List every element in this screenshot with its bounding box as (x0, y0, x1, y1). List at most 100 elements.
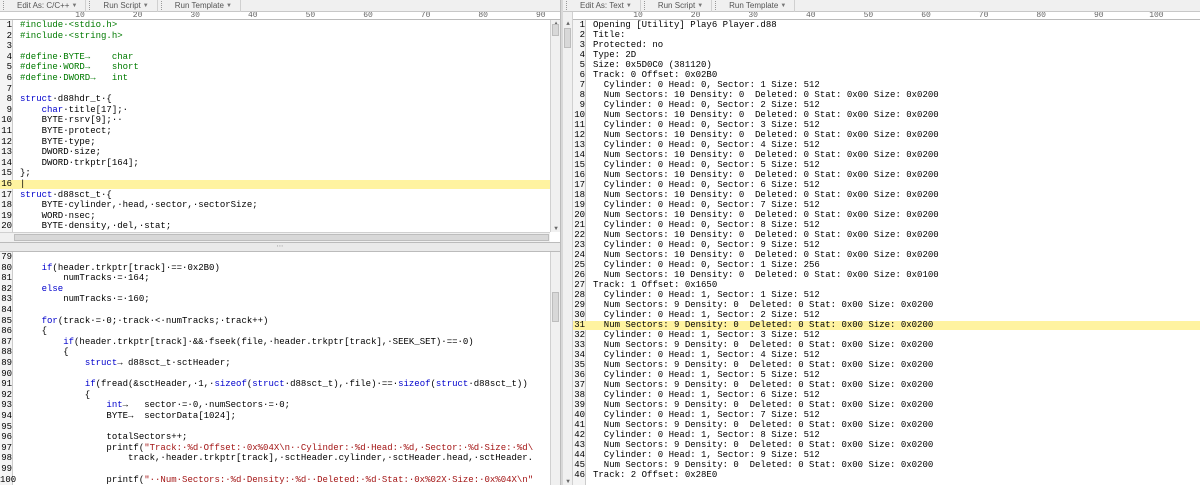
toolbar-grip-icon[interactable] (715, 1, 718, 10)
toolbar-grip-icon[interactable] (643, 1, 647, 10)
scroll-down-icon[interactable]: ▼ (551, 225, 560, 232)
code-line[interactable]: 7 (0, 84, 550, 94)
code-line[interactable]: 15 Cylinder: 0 Head: 0, Sector: 5 Size: … (573, 161, 1200, 170)
code-line[interactable]: 40 Cylinder: 0 Head: 1, Sector: 7 Size: … (573, 411, 1200, 420)
code-line[interactable]: 6 Track: 0 Offset: 0x02B0 (573, 71, 1200, 80)
code-line[interactable]: 96 totalSectors++; (0, 433, 550, 442)
code-line[interactable]: 1 Opening [Utility] Play6 Player.d88 (573, 21, 1200, 30)
scroll-thumb[interactable] (14, 234, 549, 241)
code-line[interactable]: 13 DWORD·size; (0, 148, 550, 157)
code-line[interactable]: 84 (0, 306, 550, 315)
toolbar-grip-icon[interactable] (566, 1, 569, 10)
code-line[interactable]: 8 Num Sectors: 10 Density: 0 Deleted: 0 … (573, 91, 1200, 100)
code-line[interactable]: 31 Num Sectors: 9 Density: 0 Deleted: 0 … (573, 321, 1200, 330)
code-line[interactable]: 43 Num Sectors: 9 Density: 0 Deleted: 0 … (573, 441, 1200, 450)
code-line[interactable]: 10 Num Sectors: 10 Density: 0 Deleted: 0… (573, 111, 1200, 120)
code-line[interactable]: 18 BYTE·cylinder,·head,·sector,·sectorSi… (0, 201, 550, 210)
code-line[interactable]: 28 Cylinder: 0 Head: 1, Sector: 1 Size: … (573, 291, 1200, 300)
code-line[interactable]: 9 Cylinder: 0 Head: 0, Sector: 2 Size: 5… (573, 101, 1200, 110)
code-line[interactable]: 29 Num Sectors: 9 Density: 0 Deleted: 0 … (573, 301, 1200, 310)
code-line[interactable]: 4 #define·BYTE→ char (0, 52, 550, 62)
run-script-menu[interactable]: Run Script ▼ (650, 0, 713, 12)
code-line[interactable]: 10 BYTE·rsrv[9];·· (0, 116, 550, 125)
code-line[interactable]: 9 char·title[17];· (0, 105, 550, 115)
code-line[interactable]: 90 (0, 369, 550, 379)
code-line[interactable]: 37 Num Sectors: 9 Density: 0 Deleted: 0 … (573, 381, 1200, 390)
code-line[interactable]: 3 Protected: no (573, 41, 1200, 50)
code-line[interactable]: 42 Cylinder: 0 Head: 1, Sector: 8 Size: … (573, 431, 1200, 440)
code-line[interactable]: 6 #define·DWORD→ int (0, 74, 550, 83)
code-line[interactable]: 89 struct→ d88sct_t·sctHeader; (0, 359, 550, 368)
code-line[interactable]: 41 Num Sectors: 9 Density: 0 Deleted: 0 … (573, 421, 1200, 430)
code-line[interactable]: 24 Num Sectors: 10 Density: 0 Deleted: 0… (573, 251, 1200, 260)
code-line[interactable]: 3 (0, 42, 550, 51)
code-line[interactable]: 14 Num Sectors: 10 Density: 0 Deleted: 0… (573, 151, 1200, 160)
code-line[interactable]: 7 Cylinder: 0 Head: 0, Sector: 1 Size: 5… (573, 81, 1200, 90)
code-line[interactable]: 33 Num Sectors: 9 Density: 0 Deleted: 0 … (573, 341, 1200, 350)
scroll-down-icon[interactable]: ▼ (563, 478, 573, 485)
code-line[interactable]: 32 Cylinder: 0 Head: 1, Sector: 3 Size: … (573, 331, 1200, 340)
code-line[interactable]: 93 int→ sector·=·0,·numSectors·=·0; (0, 401, 550, 410)
code-line[interactable]: 27 Track: 1 Offset: 0x1650 (573, 281, 1200, 290)
code-editor-bottom[interactable]: 79 80 if(header.trkptr[track]·==·0x2B0) 81… (0, 252, 550, 485)
code-line[interactable]: 12 Num Sectors: 10 Density: 0 Deleted: 0… (573, 131, 1200, 140)
code-line[interactable]: 100 printf("··Num·Sectors:·%d·Density:·%… (0, 475, 550, 485)
vertical-scrollbar-bottom[interactable] (550, 252, 560, 485)
toolbar-grip-icon[interactable] (3, 1, 6, 10)
code-line[interactable]: 99 (0, 465, 550, 474)
text-output-editor[interactable]: 1 Opening [Utility] Play6 Player.d88 2 Titl… (573, 20, 1200, 485)
code-line[interactable]: 19 WORD·nsec; (0, 211, 550, 221)
code-line[interactable]: 16 | (0, 180, 550, 189)
code-line[interactable]: 30 Cylinder: 0 Head: 1, Sector: 2 Size: … (573, 311, 1200, 320)
code-line[interactable]: 46 Track: 2 Offset: 0x28E0 (573, 471, 1200, 480)
code-line[interactable]: 4 Type: 2D (573, 51, 1200, 60)
code-line[interactable]: 35 Num Sectors: 9 Density: 0 Deleted: 0 … (573, 361, 1200, 370)
code-line[interactable]: 5 Size: 0x5D0C0 (381120) (573, 61, 1200, 70)
run-template-menu[interactable]: Run Template ▼ (721, 0, 796, 12)
toolbar-grip-icon[interactable] (89, 1, 92, 10)
code-line[interactable]: 17 Cylinder: 0 Head: 0, Sector: 6 Size: … (573, 181, 1200, 190)
code-line[interactable]: 19 Cylinder: 0 Head: 0, Sector: 7 Size: … (573, 201, 1200, 210)
code-line[interactable]: 83 numTracks·=·160; (0, 295, 550, 304)
code-line[interactable]: 97 printf("Track:·%d·Offset:·0x%04X\n··C… (0, 443, 550, 453)
code-line[interactable]: 23 Cylinder: 0 Head: 0, Sector: 9 Size: … (573, 241, 1200, 250)
code-line[interactable]: 45 Num Sectors: 9 Density: 0 Deleted: 0 … (573, 461, 1200, 470)
toolbar-grip-icon[interactable] (160, 1, 164, 10)
code-line[interactable]: 21 Cylinder: 0 Head: 0, Sector: 8 Size: … (573, 221, 1200, 230)
code-line[interactable]: 44 Cylinder: 0 Head: 1, Sector: 9 Size: … (573, 451, 1200, 460)
code-line[interactable]: 36 Cylinder: 0 Head: 1, Sector: 5 Size: … (573, 371, 1200, 380)
code-line[interactable]: 11 BYTE·protect; (0, 127, 550, 136)
vertical-scrollbar-left[interactable]: ▲ ▼ (563, 12, 573, 485)
scroll-thumb[interactable] (564, 28, 571, 48)
code-line[interactable]: 39 Num Sectors: 9 Density: 0 Deleted: 0 … (573, 401, 1200, 410)
code-line[interactable]: 25 Cylinder: 0 Head: 0, Sector: 1 Size: … (573, 261, 1200, 270)
code-line[interactable]: 82 else (0, 284, 550, 294)
code-line[interactable]: 20 BYTE·density,·del,·stat; (0, 222, 550, 231)
code-line[interactable]: 87 if(header.trkptr[track]·&&·fseek(file… (0, 337, 550, 347)
code-line[interactable]: 34 Cylinder: 0 Head: 1, Sector: 4 Size: … (573, 351, 1200, 360)
code-line[interactable]: 81 numTracks·=·164; (0, 274, 550, 283)
scroll-up-icon[interactable]: ▲ (563, 20, 573, 27)
edit-as-menu[interactable]: Edit As: Text ▼ (572, 0, 641, 12)
code-line[interactable]: 11 Cylinder: 0 Head: 0, Sector: 3 Size: … (573, 121, 1200, 130)
code-line[interactable]: 86 { (0, 327, 550, 336)
code-line[interactable]: 95 (0, 422, 550, 432)
code-line[interactable]: 12 BYTE·type; (0, 137, 550, 147)
scroll-thumb[interactable] (552, 292, 559, 322)
scroll-thumb[interactable] (552, 24, 559, 36)
code-line[interactable]: 38 Cylinder: 0 Head: 1, Sector: 6 Size: … (573, 391, 1200, 400)
split-divider[interactable]: ⋯ (0, 242, 560, 252)
code-line[interactable]: 5 #define·WORD→ short (0, 63, 550, 72)
code-line[interactable]: 92 { (0, 390, 550, 400)
code-line[interactable]: 88 { (0, 348, 550, 357)
code-line[interactable]: 2 #include·<string.h> (0, 31, 550, 41)
horizontal-scrollbar-top[interactable] (0, 232, 550, 242)
code-line[interactable]: 14 DWORD·trkptr[164]; (0, 158, 550, 168)
code-line[interactable]: 8 struct·d88hdr_t·{ (0, 95, 550, 104)
code-line[interactable]: 13 Cylinder: 0 Head: 0, Sector: 4 Size: … (573, 141, 1200, 150)
code-line[interactable]: 91 if(fread(&sctHeader,·1,·sizeof(struct… (0, 380, 550, 389)
code-line[interactable]: 26 Num Sectors: 10 Density: 0 Deleted: 0… (573, 271, 1200, 280)
code-line[interactable]: 98 track,·header.trkptr[track],·sctHeade… (0, 454, 550, 463)
code-editor-top[interactable]: 1 #include·<stdio.h> 2 #include·<string.h> 3… (0, 20, 550, 232)
vertical-scrollbar-top[interactable]: ▲ ▼ (550, 20, 560, 232)
